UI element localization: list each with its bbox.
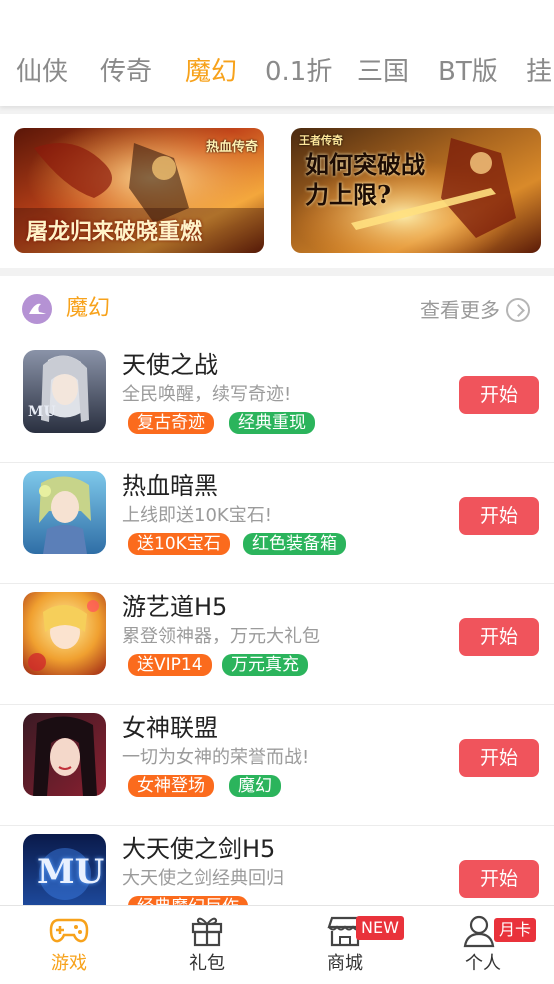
game-description: 全民唤醒，续写奇迹!: [122, 384, 292, 405]
banner-1-text: 屠龙归来破晓重燃: [26, 219, 203, 245]
game-tag: 万元真充: [222, 654, 308, 676]
nav-games-label: 游戏: [51, 953, 87, 974]
start-button[interactable]: 开始: [459, 860, 539, 898]
game-tag: 红色装备箱: [243, 533, 346, 555]
game-thumbnail: MU: [23, 834, 106, 906]
chevron-right-circle-icon[interactable]: [506, 298, 530, 322]
game-tag: 送10K宝石: [128, 533, 230, 555]
thumbnail-logo: MU: [37, 852, 105, 892]
game-thumbnail: [23, 471, 106, 554]
gift-icon: [190, 914, 224, 952]
banner-2-text: 如何突破战力上限?: [305, 150, 425, 209]
tab-mohuan[interactable]: 魔幻: [185, 50, 237, 94]
nav-profile[interactable]: 月卡 个人: [414, 906, 552, 984]
start-button[interactable]: 开始: [459, 618, 539, 656]
banner-2-logo: 王者传奇: [299, 134, 343, 147]
thumbnail-logo: MU: [28, 404, 56, 420]
category-tab-bar: 仙侠 传奇 魔幻 0.1折 三国 BT版 挂: [0, 0, 554, 106]
game-tag: 魔幻: [229, 775, 281, 797]
tab-discount[interactable]: 0.1折: [265, 50, 332, 94]
person-icon: [463, 914, 495, 952]
game-row[interactable]: MU 大天使之剑H5 大天使之剑经典回归 经典魔幻巨作 开始: [0, 826, 554, 906]
start-button[interactable]: 开始: [459, 376, 539, 414]
nav-games[interactable]: 游戏: [0, 906, 138, 984]
wizard-hat-icon: [22, 294, 52, 324]
game-name: 女神联盟: [122, 714, 218, 742]
tab-gua[interactable]: 挂: [526, 50, 552, 94]
nav-store[interactable]: NEW 商城: [276, 906, 414, 984]
tab-chuanqi[interactable]: 传奇: [100, 50, 152, 94]
new-badge: NEW: [356, 916, 404, 940]
game-name: 热血暗黑: [122, 472, 218, 500]
game-row[interactable]: MU 天使之战 全民唤醒，续写奇迹! 复古奇迹 经典重现 开始: [0, 342, 554, 463]
banner-1[interactable]: 屠龙归来破晓重燃 热血传奇: [14, 128, 264, 253]
game-name: 游艺道H5: [122, 593, 228, 621]
bottom-nav: 游戏 礼包 NEW 商城 月卡 个人: [0, 905, 554, 984]
game-tag: 女神登场: [128, 775, 214, 797]
nav-store-label: 商城: [327, 953, 363, 974]
category-tabs: 仙侠 传奇 魔幻 0.1折 三国 BT版 挂: [0, 50, 554, 94]
tab-xianxia[interactable]: 仙侠: [16, 50, 68, 94]
game-description: 上线即送10K宝石!: [122, 505, 272, 526]
nav-profile-label: 个人: [465, 953, 501, 974]
section-title: 魔幻: [66, 296, 111, 321]
game-description: 大天使之剑经典回归: [122, 868, 284, 889]
game-tag: 经典重现: [229, 412, 315, 434]
start-button[interactable]: 开始: [459, 739, 539, 777]
banner-2[interactable]: 如何突破战力上限? 王者传奇: [291, 128, 541, 253]
game-row[interactable]: 女神联盟 一切为女神的荣誉而战! 女神登场 魔幻 开始: [0, 705, 554, 826]
game-thumbnail: MU: [23, 350, 106, 433]
game-row[interactable]: 热血暗黑 上线即送10K宝石! 送10K宝石 红色装备箱 开始: [0, 463, 554, 584]
section-header: 魔幻 查看更多: [0, 276, 554, 342]
banner-carousel: 屠龙归来破晓重燃 热血传奇 如何突破战力上限? 王者传奇: [0, 114, 554, 268]
game-name: 大天使之剑H5: [122, 835, 276, 863]
view-more-link[interactable]: 查看更多: [420, 296, 500, 324]
gamepad-icon: [49, 914, 89, 950]
banner-1-logo: 热血传奇: [205, 140, 258, 155]
tab-bt[interactable]: BT版: [438, 50, 498, 94]
tab-sanguo[interactable]: 三国: [357, 50, 409, 94]
game-tag: 送VIP14: [128, 654, 212, 676]
game-tag: 复古奇迹: [128, 412, 214, 434]
nav-gifts-label: 礼包: [189, 953, 225, 974]
game-row[interactable]: 游艺道H5 累登领神器，万元大礼包 送VIP14 万元真充 开始: [0, 584, 554, 705]
game-name: 天使之战: [122, 351, 218, 379]
game-thumbnail: [23, 713, 106, 796]
game-description: 一切为女神的荣誉而战!: [122, 747, 310, 768]
nav-gifts[interactable]: 礼包: [138, 906, 276, 984]
game-thumbnail: [23, 592, 106, 675]
start-button[interactable]: 开始: [459, 497, 539, 535]
monthly-card-badge: 月卡: [494, 918, 537, 942]
game-description: 累登领神器，万元大礼包: [122, 626, 320, 647]
game-section: 魔幻 查看更多 MU 天使之战 全民唤醒，续写奇迹! 复古奇迹 经典重现 开始: [0, 276, 554, 906]
